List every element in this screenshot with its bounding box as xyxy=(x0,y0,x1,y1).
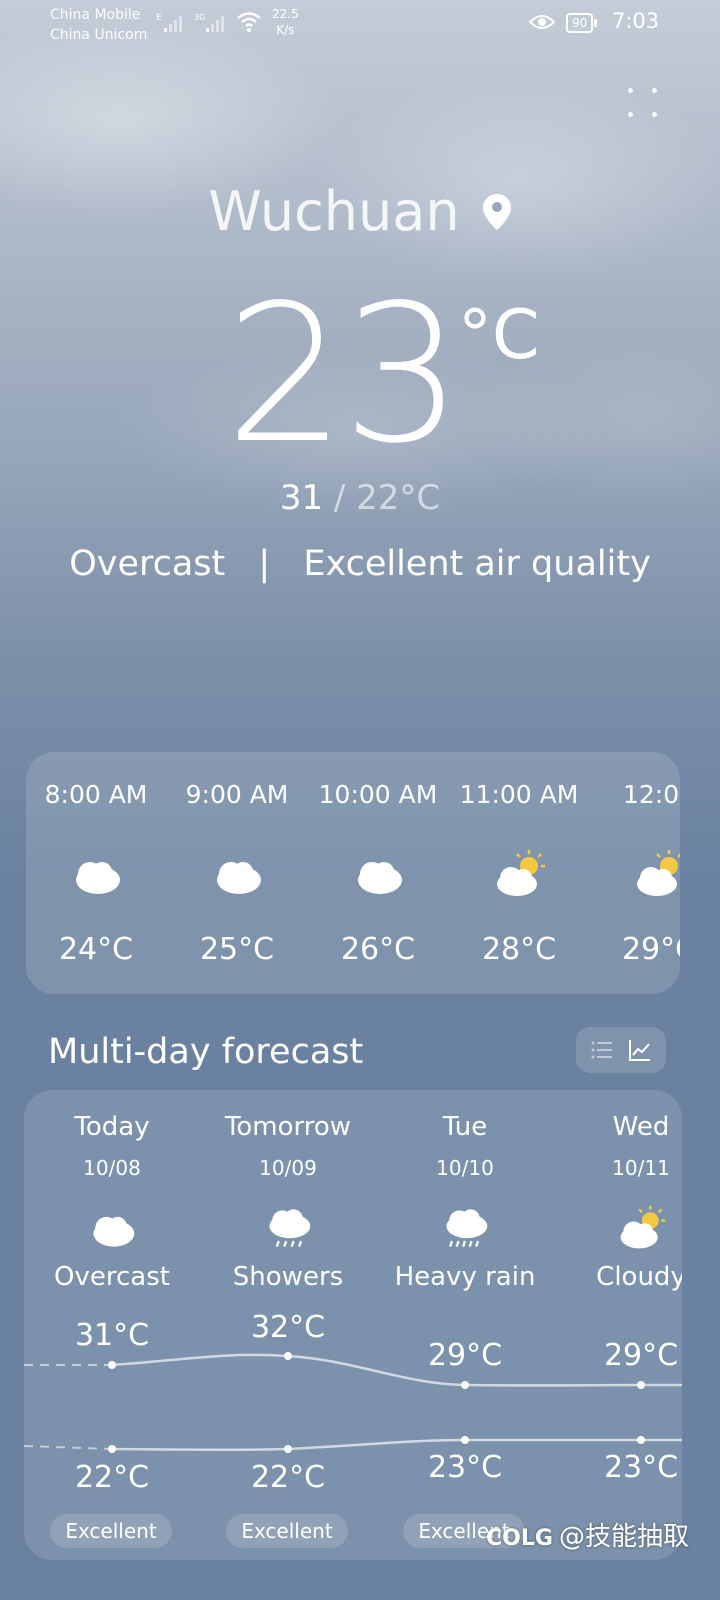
multi-day-forecast-card[interactable]: Today 10/08 Overcast 31°C 22°C Excellent… xyxy=(24,1090,682,1560)
hour-time: 8:00 AM xyxy=(44,780,148,809)
battery-level: 90 xyxy=(566,13,594,33)
day-high: 32°C xyxy=(250,1310,326,1345)
watermark-text: @技能抽取 xyxy=(558,1522,689,1552)
day-condition: Overcast xyxy=(54,1262,170,1292)
partly-sunny-icon xyxy=(620,1205,666,1249)
carrier-1: China Mobile xyxy=(50,7,141,23)
status-bar: China Mobile China Unicom E 3G 22.5 K/s … xyxy=(0,0,720,48)
city-header[interactable]: Wuchuan xyxy=(0,180,720,243)
hour-temp: 24°C xyxy=(58,932,134,967)
day-low: 23°C xyxy=(603,1450,679,1485)
dot-icon xyxy=(628,88,633,93)
dot-icon xyxy=(652,88,657,93)
watermark: COLG @技能抽取 xyxy=(486,1516,689,1553)
day-date: 10/11 xyxy=(612,1156,670,1180)
dot-icon xyxy=(652,112,657,117)
temperature-unit: °C xyxy=(458,296,540,375)
hourly-forecast-card[interactable]: 8:00 AM 24°C 9:00 AM 25°C 10:00 AM 26°C … xyxy=(26,752,680,994)
high-temperature: 31 xyxy=(279,478,324,518)
watermark-brand: COLG xyxy=(486,1526,553,1551)
high-point xyxy=(108,1361,116,1369)
cloud-icon xyxy=(358,862,402,894)
high-point xyxy=(284,1352,292,1360)
eye-icon xyxy=(528,15,556,29)
day-high: 29°C xyxy=(603,1338,679,1373)
day-low: 22°C xyxy=(74,1460,150,1495)
signal-2-label: 3G xyxy=(194,13,205,22)
cloud-icon xyxy=(76,862,120,894)
low-temperature: / 22°C xyxy=(323,478,441,518)
low-point xyxy=(637,1436,645,1444)
day-condition: Heavy rain xyxy=(394,1262,536,1292)
cloud-icon xyxy=(93,1216,135,1247)
separator: | xyxy=(258,544,271,584)
day-name: Tue xyxy=(442,1112,488,1142)
day-date: 10/09 xyxy=(259,1156,317,1180)
air-quality-badge: Excellent xyxy=(50,1514,172,1548)
hour-temp: 26°C xyxy=(340,932,416,967)
dot-icon xyxy=(628,112,633,117)
battery-tip xyxy=(594,19,598,27)
day-condition: Cloudy xyxy=(596,1262,682,1292)
signal-2-icon: 3G xyxy=(194,13,224,32)
carrier-2: China Unicom xyxy=(50,27,148,43)
low-curve-dashed xyxy=(24,1445,113,1450)
current-condition: Overcast xyxy=(69,544,226,584)
high-low-temperature: 31 / 22°C xyxy=(0,478,720,518)
view-toggle[interactable] xyxy=(576,1027,666,1073)
hour-time: 9:00 AM xyxy=(185,780,289,809)
low-point xyxy=(461,1436,469,1444)
hour-time: 10:00 AM xyxy=(318,780,438,809)
heavy-rain-icon xyxy=(446,1209,488,1247)
battery-indicator: 90 xyxy=(566,13,598,33)
day-name: Wed xyxy=(612,1112,670,1142)
day-high: 29°C xyxy=(427,1338,503,1373)
location-pin-icon xyxy=(482,193,511,230)
current-temperature: 23 xyxy=(225,264,463,485)
day-condition: Showers xyxy=(232,1262,344,1292)
day-date: 10/08 xyxy=(83,1156,141,1180)
wifi-icon xyxy=(237,12,261,32)
list-view-icon[interactable] xyxy=(590,1038,614,1062)
city-name: Wuchuan xyxy=(208,180,460,243)
low-curve xyxy=(111,1438,682,1451)
net-speed-unit: K/s xyxy=(276,23,295,37)
low-point xyxy=(284,1445,292,1453)
hour-temp: 29°C xyxy=(621,932,680,967)
day-name: Tomorrow xyxy=(224,1112,352,1142)
partly-sunny-icon xyxy=(497,850,545,896)
air-quality[interactable]: Excellent air quality xyxy=(303,544,650,584)
high-point xyxy=(637,1381,645,1389)
more-options-button[interactable] xyxy=(626,86,660,120)
signal-1-icon: E xyxy=(156,13,182,32)
signal-1-label: E xyxy=(156,13,162,23)
partly-sunny-icon xyxy=(637,850,680,896)
hour-temp: 28°C xyxy=(481,932,557,967)
clock: 7:03 xyxy=(612,9,660,33)
hour-time: 12:00 xyxy=(622,780,680,809)
net-speed: 22.5 K/s xyxy=(272,6,299,38)
multi-day-title: Multi-day forecast xyxy=(48,1032,364,1072)
high-point xyxy=(461,1381,469,1389)
condition-line: Overcast | Excellent air quality xyxy=(0,544,720,584)
carrier-names: China Mobile China Unicom xyxy=(50,5,147,45)
chart-view-icon[interactable] xyxy=(628,1038,652,1062)
net-speed-value: 22.5 xyxy=(272,7,299,21)
current-temperature-block: 23 xyxy=(0,280,720,470)
day-date: 10/10 xyxy=(436,1156,494,1180)
day-low: 23°C xyxy=(427,1450,503,1485)
showers-icon xyxy=(269,1209,311,1247)
hour-time: 11:00 AM xyxy=(459,780,579,809)
day-high: 31°C xyxy=(74,1318,150,1353)
hour-temp: 25°C xyxy=(199,932,275,967)
day-name: Today xyxy=(74,1112,150,1142)
day-low: 22°C xyxy=(250,1460,326,1495)
air-quality-badge: Excellent xyxy=(226,1514,348,1548)
low-point xyxy=(108,1445,116,1453)
cloud-icon xyxy=(217,862,261,894)
